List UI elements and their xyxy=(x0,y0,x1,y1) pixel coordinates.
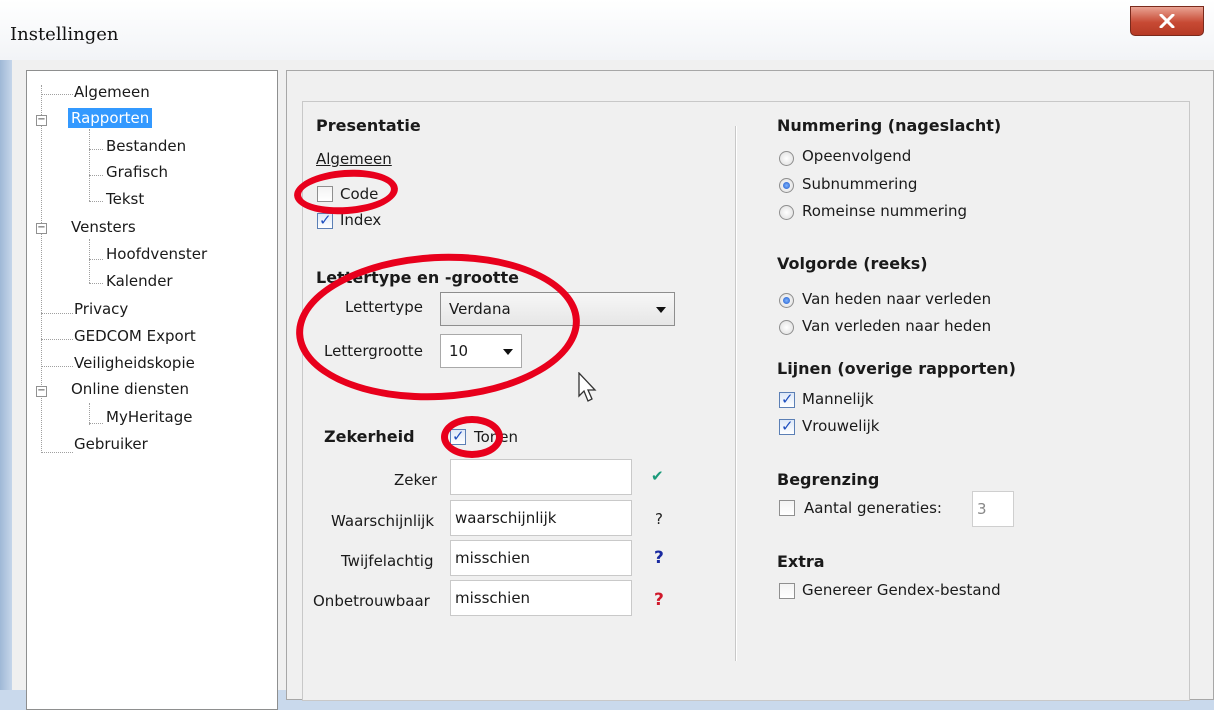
tree-item-privacy[interactable]: Privacy xyxy=(71,300,131,318)
rapporten-group xyxy=(302,101,1190,701)
window-title: Instellingen xyxy=(10,24,119,45)
settings-window: Instellingen Algemeen − Rapporten Bestan… xyxy=(0,0,1214,710)
radio-subnummering[interactable] xyxy=(779,178,794,193)
lijnen-heading: Lijnen (overige rapporten) xyxy=(777,359,1016,378)
tree-item-gedcom-export[interactable]: GEDCOM Export xyxy=(71,327,199,345)
tree-item-gebruiker[interactable]: Gebruiker xyxy=(71,435,151,453)
tree-item-hoofdvenster[interactable]: Hoofdvenster xyxy=(103,245,210,263)
column-divider xyxy=(735,126,737,661)
volgorde-heading: Volgorde (reeks) xyxy=(777,254,928,273)
radio-verleden-naar-heden[interactable] xyxy=(779,320,794,335)
lettertype-heading: Lettertype en -grootte xyxy=(316,268,519,287)
tree-item-bestanden[interactable]: Bestanden xyxy=(103,137,189,155)
collapse-icon[interactable]: − xyxy=(36,386,47,397)
begrenzing-heading: Begrenzing xyxy=(777,470,880,489)
radio-opeenvolgend[interactable] xyxy=(779,151,794,166)
size-label: Lettergrootte xyxy=(324,342,423,360)
font-select[interactable]: Verdana xyxy=(440,292,675,326)
aantal-generaties-label: Aantal generaties: xyxy=(804,499,942,517)
settings-tree: Algemeen − Rapporten Bestanden Grafisch … xyxy=(26,70,278,710)
code-checkbox[interactable] xyxy=(317,186,333,202)
tonen-checkbox[interactable] xyxy=(450,427,466,445)
tree-item-online-diensten[interactable]: Online diensten xyxy=(68,380,192,398)
question-icon: ? xyxy=(654,548,664,568)
romeinse-nummering-label: Romeinse nummering xyxy=(802,202,968,220)
tree-item-vensters[interactable]: Vensters xyxy=(68,218,139,236)
heden-naar-verleden-label: Van heden naar verleden xyxy=(802,290,992,308)
tree-item-rapporten[interactable]: Rapporten xyxy=(68,108,153,128)
check-icon: ✔ xyxy=(651,467,664,485)
subnummering-label: Subnummering xyxy=(802,175,918,193)
collapse-icon[interactable]: − xyxy=(36,115,47,126)
zeker-input[interactable] xyxy=(450,459,632,495)
tree-item-veiligheidskopie[interactable]: Veiligheidskopie xyxy=(71,354,198,372)
tree-item-kalender[interactable]: Kalender xyxy=(103,272,176,290)
title-bar: Instellingen xyxy=(0,0,1214,60)
tonen-label: Tonen xyxy=(474,428,519,446)
window-frame-left xyxy=(0,60,12,690)
vrouwelijk-label: Vrouwelijk xyxy=(802,417,880,435)
close-button[interactable] xyxy=(1130,6,1204,36)
tree-item-myheritage[interactable]: MyHeritage xyxy=(103,408,195,426)
index-checkbox[interactable] xyxy=(317,211,333,229)
aantal-generaties-checkbox[interactable] xyxy=(779,500,795,516)
twijfelachtig-input[interactable]: misschien xyxy=(450,540,632,576)
vrouwelijk-checkbox[interactable] xyxy=(779,417,795,435)
question-icon: ? xyxy=(654,590,664,610)
aantal-generaties-input[interactable]: 3 xyxy=(972,491,1014,527)
verleden-naar-heden-label: Van verleden naar heden xyxy=(802,317,992,335)
tree-item-algemeen[interactable]: Algemeen xyxy=(71,83,153,101)
twijfelachtig-label: Twijfelachtig xyxy=(341,552,434,570)
tree-item-tekst[interactable]: Tekst xyxy=(103,190,147,208)
onbetrouwbaar-label: Onbetrouwbaar xyxy=(313,592,430,610)
chevron-down-icon xyxy=(503,349,513,355)
waarschijnlijk-input[interactable]: waarschijnlijk xyxy=(450,500,632,536)
extra-heading: Extra xyxy=(777,552,825,571)
onbetrouwbaar-input[interactable]: misschien xyxy=(450,580,632,616)
chevron-down-icon xyxy=(656,307,666,313)
index-label: Index xyxy=(340,211,382,229)
radio-heden-naar-verleden[interactable] xyxy=(779,293,794,308)
waarschijnlijk-label: Waarschijnlijk xyxy=(331,512,435,530)
opeenvolgend-label: Opeenvolgend xyxy=(802,147,912,165)
mannelijk-label: Mannelijk xyxy=(802,390,874,408)
cursor-icon xyxy=(578,372,597,402)
close-icon xyxy=(1159,14,1175,28)
mannelijk-checkbox[interactable] xyxy=(779,390,795,408)
question-icon: ? xyxy=(655,510,663,528)
font-label: Lettertype xyxy=(345,298,423,316)
collapse-icon[interactable]: − xyxy=(36,223,47,234)
gendex-checkbox[interactable] xyxy=(779,583,795,599)
gendex-label: Genereer Gendex-bestand xyxy=(802,581,1001,599)
tree-item-grafisch[interactable]: Grafisch xyxy=(103,163,171,181)
size-select[interactable]: 10 xyxy=(440,334,522,368)
nummering-heading: Nummering (nageslacht) xyxy=(777,116,1002,135)
zeker-label: Zeker xyxy=(394,471,438,489)
radio-romeinse-nummering[interactable] xyxy=(779,205,794,220)
presentatie-heading: Presentatie xyxy=(316,116,421,135)
algemeen-label: Algemeen xyxy=(316,150,392,168)
zekerheid-heading: Zekerheid xyxy=(324,427,415,446)
code-label: Code xyxy=(340,185,379,203)
